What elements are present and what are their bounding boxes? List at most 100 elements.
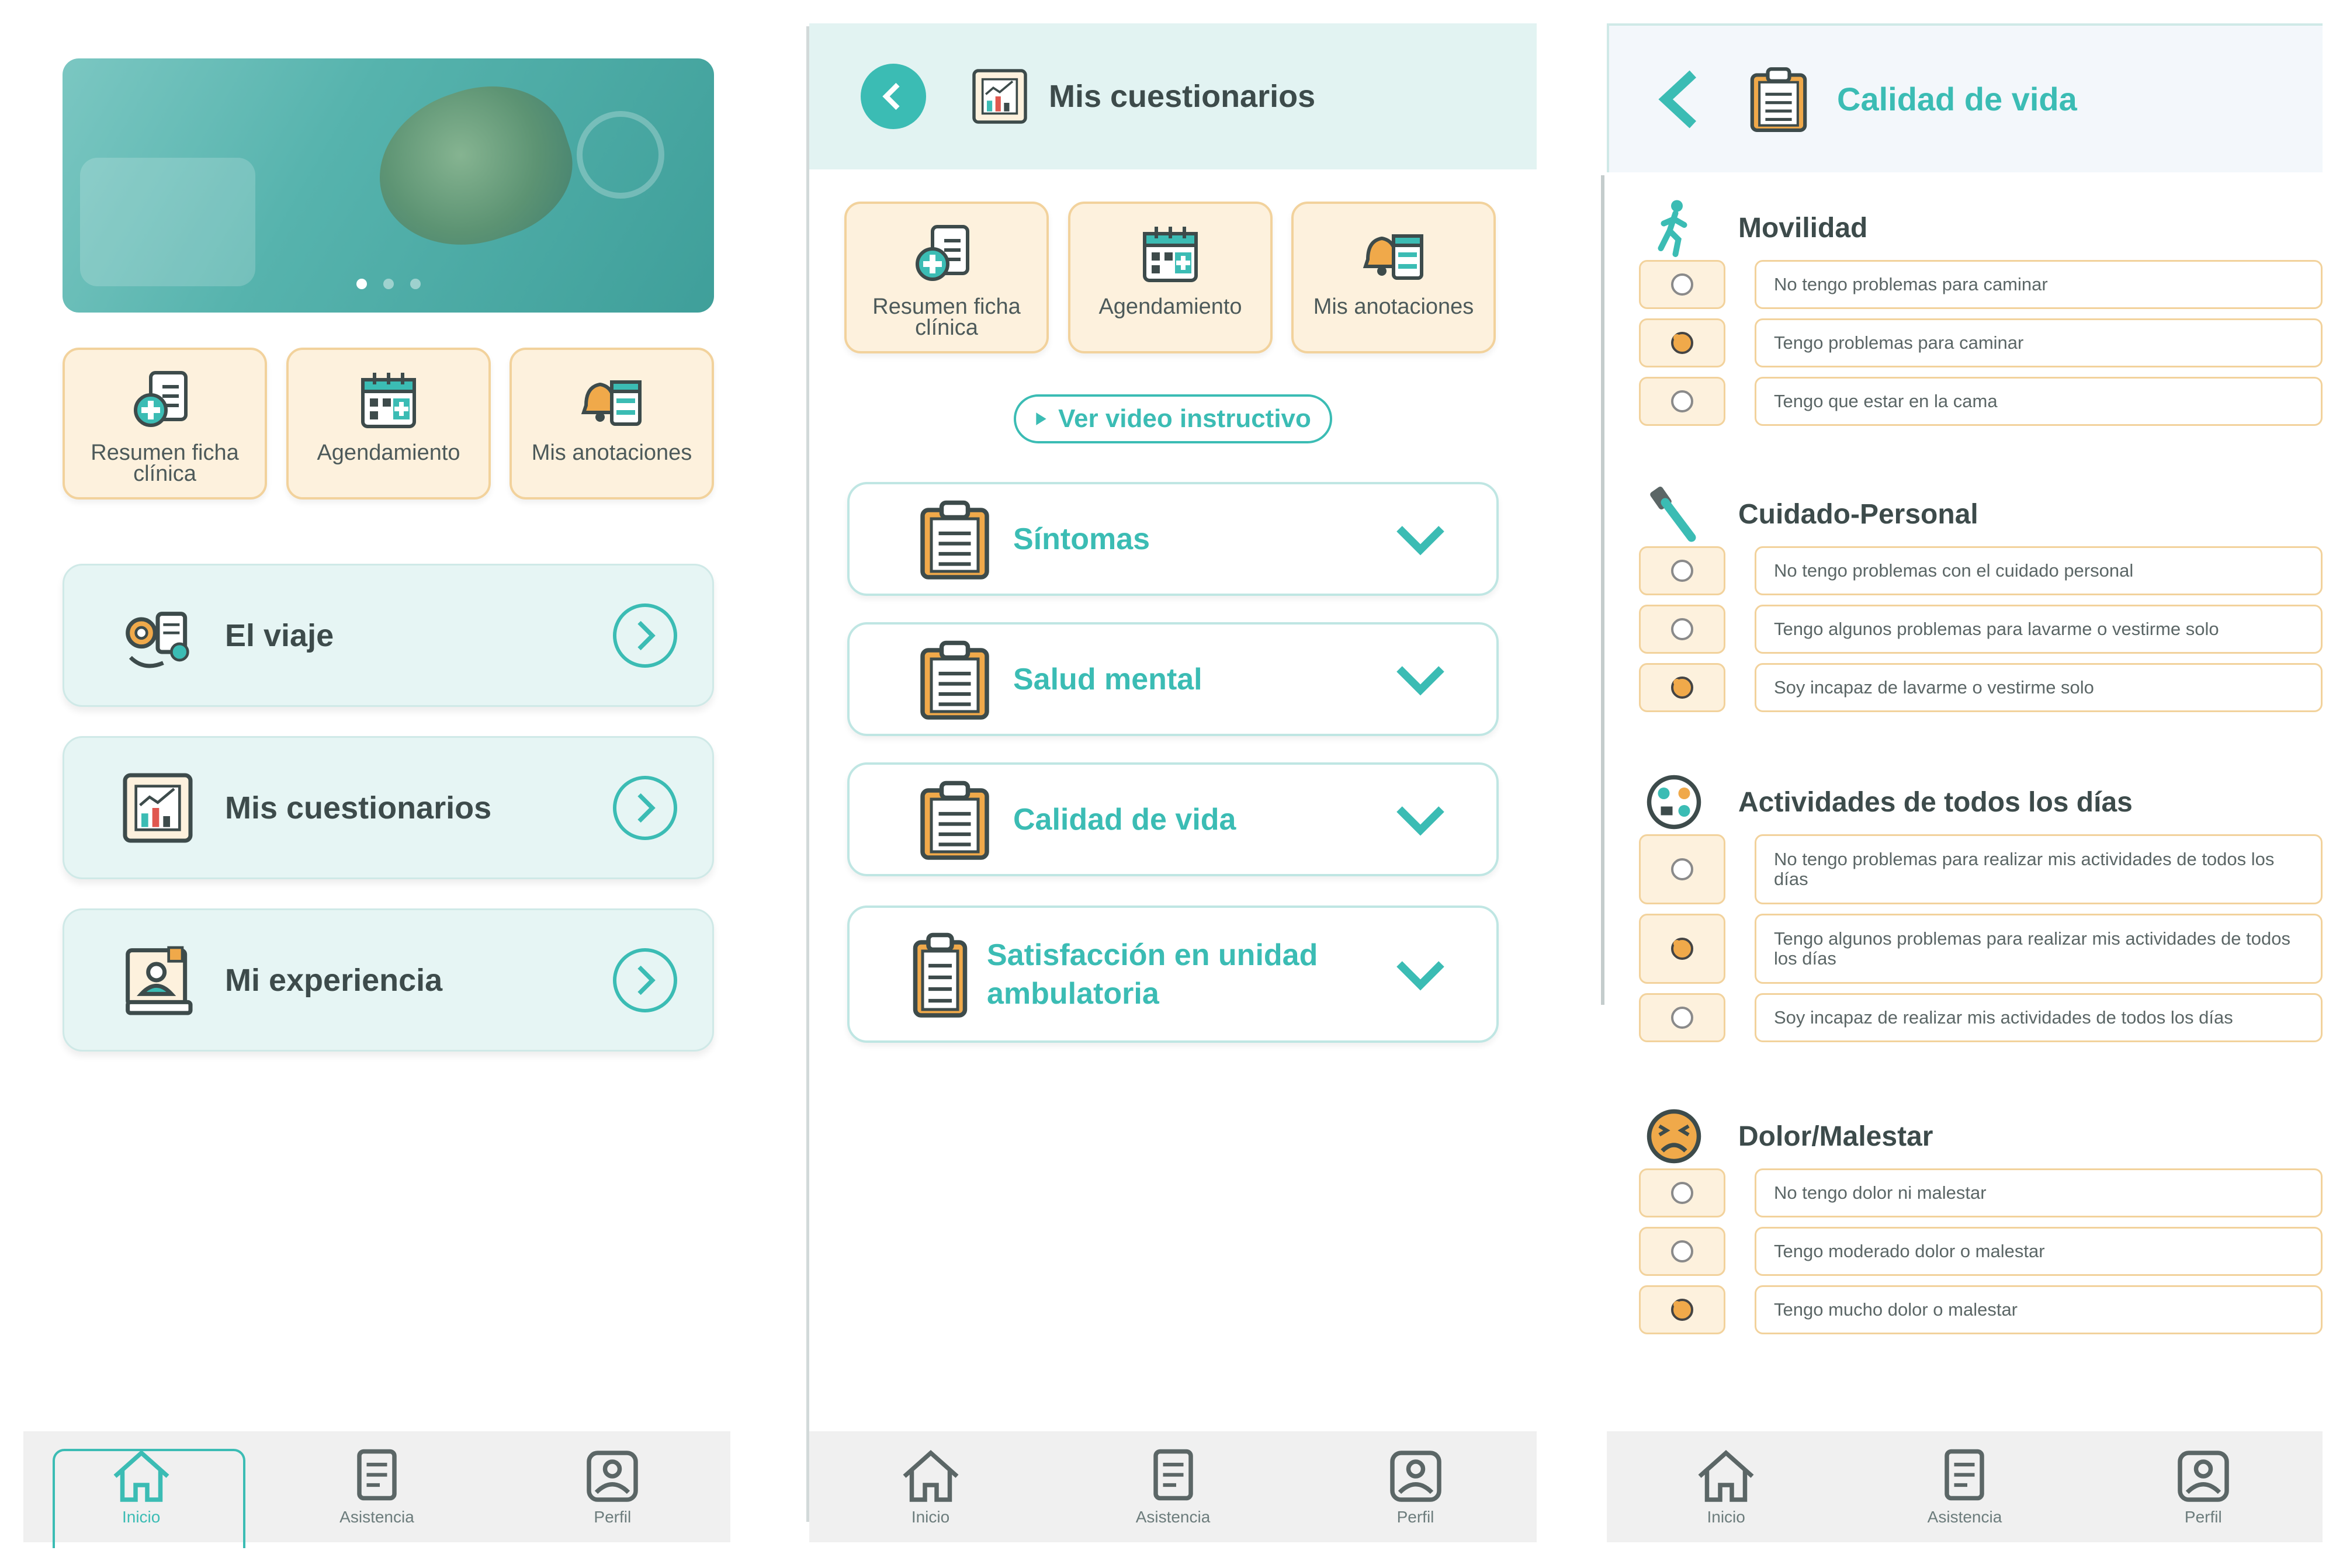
answer-option[interactable]: No tengo problemas con el cuidado person…	[1639, 546, 2323, 595]
radio-button[interactable]	[1671, 1007, 1693, 1029]
option-label[interactable]: Tengo algunos problemas para realizar mi…	[1755, 914, 2323, 984]
radio-button-selected[interactable]	[1671, 938, 1693, 960]
answer-option[interactable]: Tengo algunos problemas para realizar mi…	[1639, 914, 2323, 984]
answer-option[interactable]: No tengo problemas para caminar	[1639, 260, 2323, 309]
nav-tab-perfil[interactable]: Perfil	[495, 1431, 730, 1542]
quick-access-clinical-summary[interactable]: Resumen ficha clínica	[63, 348, 267, 499]
clipboard-icon	[914, 636, 996, 723]
answer-option[interactable]: Tengo mucho dolor o malestar	[1639, 1285, 2323, 1334]
questionnaire-item[interactable]: Calidad de vida	[847, 762, 1499, 876]
questionnaire-title: Calidad de vida	[1013, 802, 1236, 837]
video-instructivo-button[interactable]: Ver video instructivo	[1014, 394, 1332, 443]
quick-access-scheduling[interactable]: Agendamiento	[286, 348, 491, 499]
radio-button-selected[interactable]	[1671, 1299, 1693, 1321]
radio-button-selected[interactable]	[1671, 677, 1693, 699]
answer-option[interactable]: Tengo que estar en la cama	[1639, 377, 2323, 426]
answer-option[interactable]: No tengo dolor ni malestar	[1639, 1168, 2323, 1217]
chart-board-icon	[967, 64, 1032, 129]
quick-access-notes[interactable]: Mis anotaciones	[510, 348, 714, 499]
nav-card-mi-experiencia[interactable]: Mi experiencia	[63, 908, 714, 1052]
nav-tab-label: Perfil	[594, 1508, 632, 1526]
quick-access-label: Resumen ficha clínica	[872, 294, 1021, 340]
nav-tab-inicio[interactable]: Inicio	[809, 1431, 1052, 1542]
radio-button[interactable]	[1671, 560, 1693, 582]
questionnaire-item[interactable]: Síntomas	[847, 482, 1499, 596]
option-label[interactable]: Tengo problemas para caminar	[1755, 318, 2323, 367]
radio-button[interactable]	[1671, 618, 1693, 640]
nav-tab-perfil[interactable]: Perfil	[2084, 1431, 2323, 1542]
nav-tab-asistencia[interactable]: Asistencia	[1052, 1431, 1294, 1542]
radio-cell[interactable]	[1639, 834, 1725, 904]
option-label[interactable]: Soy incapaz de lavarme o vestirme solo	[1755, 663, 2323, 712]
nav-card-title: Mi experiencia	[225, 962, 443, 998]
banner-carousel[interactable]	[63, 58, 714, 313]
chevron-right-circle-icon[interactable]	[613, 948, 677, 1012]
radio-cell[interactable]	[1639, 1285, 1725, 1334]
carousel-dot[interactable]	[383, 279, 394, 289]
answer-option[interactable]: Tengo problemas para caminar	[1639, 318, 2323, 367]
chevron-down-icon[interactable]	[1391, 516, 1450, 563]
option-label[interactable]: Tengo moderado dolor o malestar	[1755, 1227, 2323, 1276]
quick-access-label: Mis anotaciones	[1313, 294, 1474, 319]
radio-button[interactable]	[1671, 1240, 1693, 1262]
toothbrush-icon	[1639, 482, 1709, 546]
radio-cell[interactable]	[1639, 318, 1725, 367]
nav-tab-asistencia[interactable]: Asistencia	[259, 1431, 494, 1542]
nav-card-mis-cuestionarios[interactable]: Mis cuestionarios	[63, 736, 714, 879]
radio-cell[interactable]	[1639, 605, 1725, 654]
radio-button[interactable]	[1671, 273, 1693, 296]
radio-button[interactable]	[1671, 390, 1693, 412]
radio-cell[interactable]	[1639, 546, 1725, 595]
radio-button-selected[interactable]	[1671, 332, 1693, 354]
answer-option[interactable]: Soy incapaz de lavarme o vestirme solo	[1639, 663, 2323, 712]
nav-tab-label: Asistencia	[1927, 1508, 2002, 1526]
quick-access-scheduling[interactable]: Agendamiento	[1068, 202, 1273, 353]
radio-button[interactable]	[1671, 1182, 1693, 1204]
answer-option[interactable]: Tengo moderado dolor o malestar	[1639, 1227, 2323, 1276]
back-button[interactable]	[1650, 64, 1708, 134]
option-label[interactable]: No tengo dolor ni malestar	[1755, 1168, 2323, 1217]
nav-tab-inicio[interactable]: Inicio	[23, 1431, 259, 1548]
chevron-right-circle-icon[interactable]	[613, 775, 677, 840]
option-label[interactable]: No tengo problemas para caminar	[1755, 260, 2323, 309]
radio-cell[interactable]	[1639, 377, 1725, 426]
profile-icon	[587, 1451, 639, 1502]
option-label[interactable]: No tengo problemas con el cuidado person…	[1755, 546, 2323, 595]
carousel-dot[interactable]	[356, 279, 367, 289]
radio-button[interactable]	[1671, 858, 1693, 880]
questionnaire-item[interactable]: Salud mental	[847, 622, 1499, 736]
nav-tab-asistencia[interactable]: Asistencia	[1845, 1431, 2084, 1542]
radio-cell[interactable]	[1639, 1227, 1725, 1276]
carousel-dots[interactable]	[63, 279, 714, 289]
radio-cell[interactable]	[1639, 1168, 1725, 1217]
option-label[interactable]: Tengo mucho dolor o malestar	[1755, 1285, 2323, 1334]
nav-tab-label: Inicio	[911, 1508, 950, 1526]
question-title: Dolor/Malestar	[1738, 1121, 1933, 1152]
carousel-dot[interactable]	[410, 279, 421, 289]
radio-cell[interactable]	[1639, 663, 1725, 712]
question-title: Movilidad	[1738, 212, 1868, 244]
nav-card-title: El viaje	[225, 618, 334, 653]
option-label[interactable]: Tengo algunos problemas para lavarme o v…	[1755, 605, 2323, 654]
chevron-down-icon[interactable]	[1391, 796, 1450, 843]
radio-cell[interactable]	[1639, 260, 1725, 309]
nav-tab-perfil[interactable]: Perfil	[1294, 1431, 1537, 1542]
nav-card-el-viaje[interactable]: El viaje	[63, 564, 714, 707]
quick-access-notes[interactable]: Mis anotaciones	[1291, 202, 1496, 353]
back-button[interactable]	[861, 64, 926, 129]
option-label[interactable]: Tengo que estar en la cama	[1755, 377, 2323, 426]
chevron-down-icon[interactable]	[1391, 656, 1450, 703]
questionnaire-item[interactable]: Satisfacción en unidad ambulatoria	[847, 906, 1499, 1043]
answer-option[interactable]: Tengo algunos problemas para lavarme o v…	[1639, 605, 2323, 654]
quick-access-clinical-summary[interactable]: Resumen ficha clínica	[844, 202, 1049, 353]
chevron-right-circle-icon[interactable]	[613, 603, 677, 668]
option-label[interactable]: Soy incapaz de realizar mis actividades …	[1755, 993, 2323, 1042]
answer-option[interactable]: No tengo problemas para realizar mis act…	[1639, 834, 2323, 904]
nav-tab-inicio[interactable]: Inicio	[1607, 1431, 1845, 1542]
chevron-down-icon[interactable]	[1391, 951, 1450, 998]
radio-cell[interactable]	[1639, 993, 1725, 1042]
radio-cell[interactable]	[1639, 914, 1725, 984]
option-label[interactable]: No tengo problemas para realizar mis act…	[1755, 834, 2323, 904]
clipboard-icon	[914, 776, 996, 863]
answer-option[interactable]: Soy incapaz de realizar mis actividades …	[1639, 993, 2323, 1042]
